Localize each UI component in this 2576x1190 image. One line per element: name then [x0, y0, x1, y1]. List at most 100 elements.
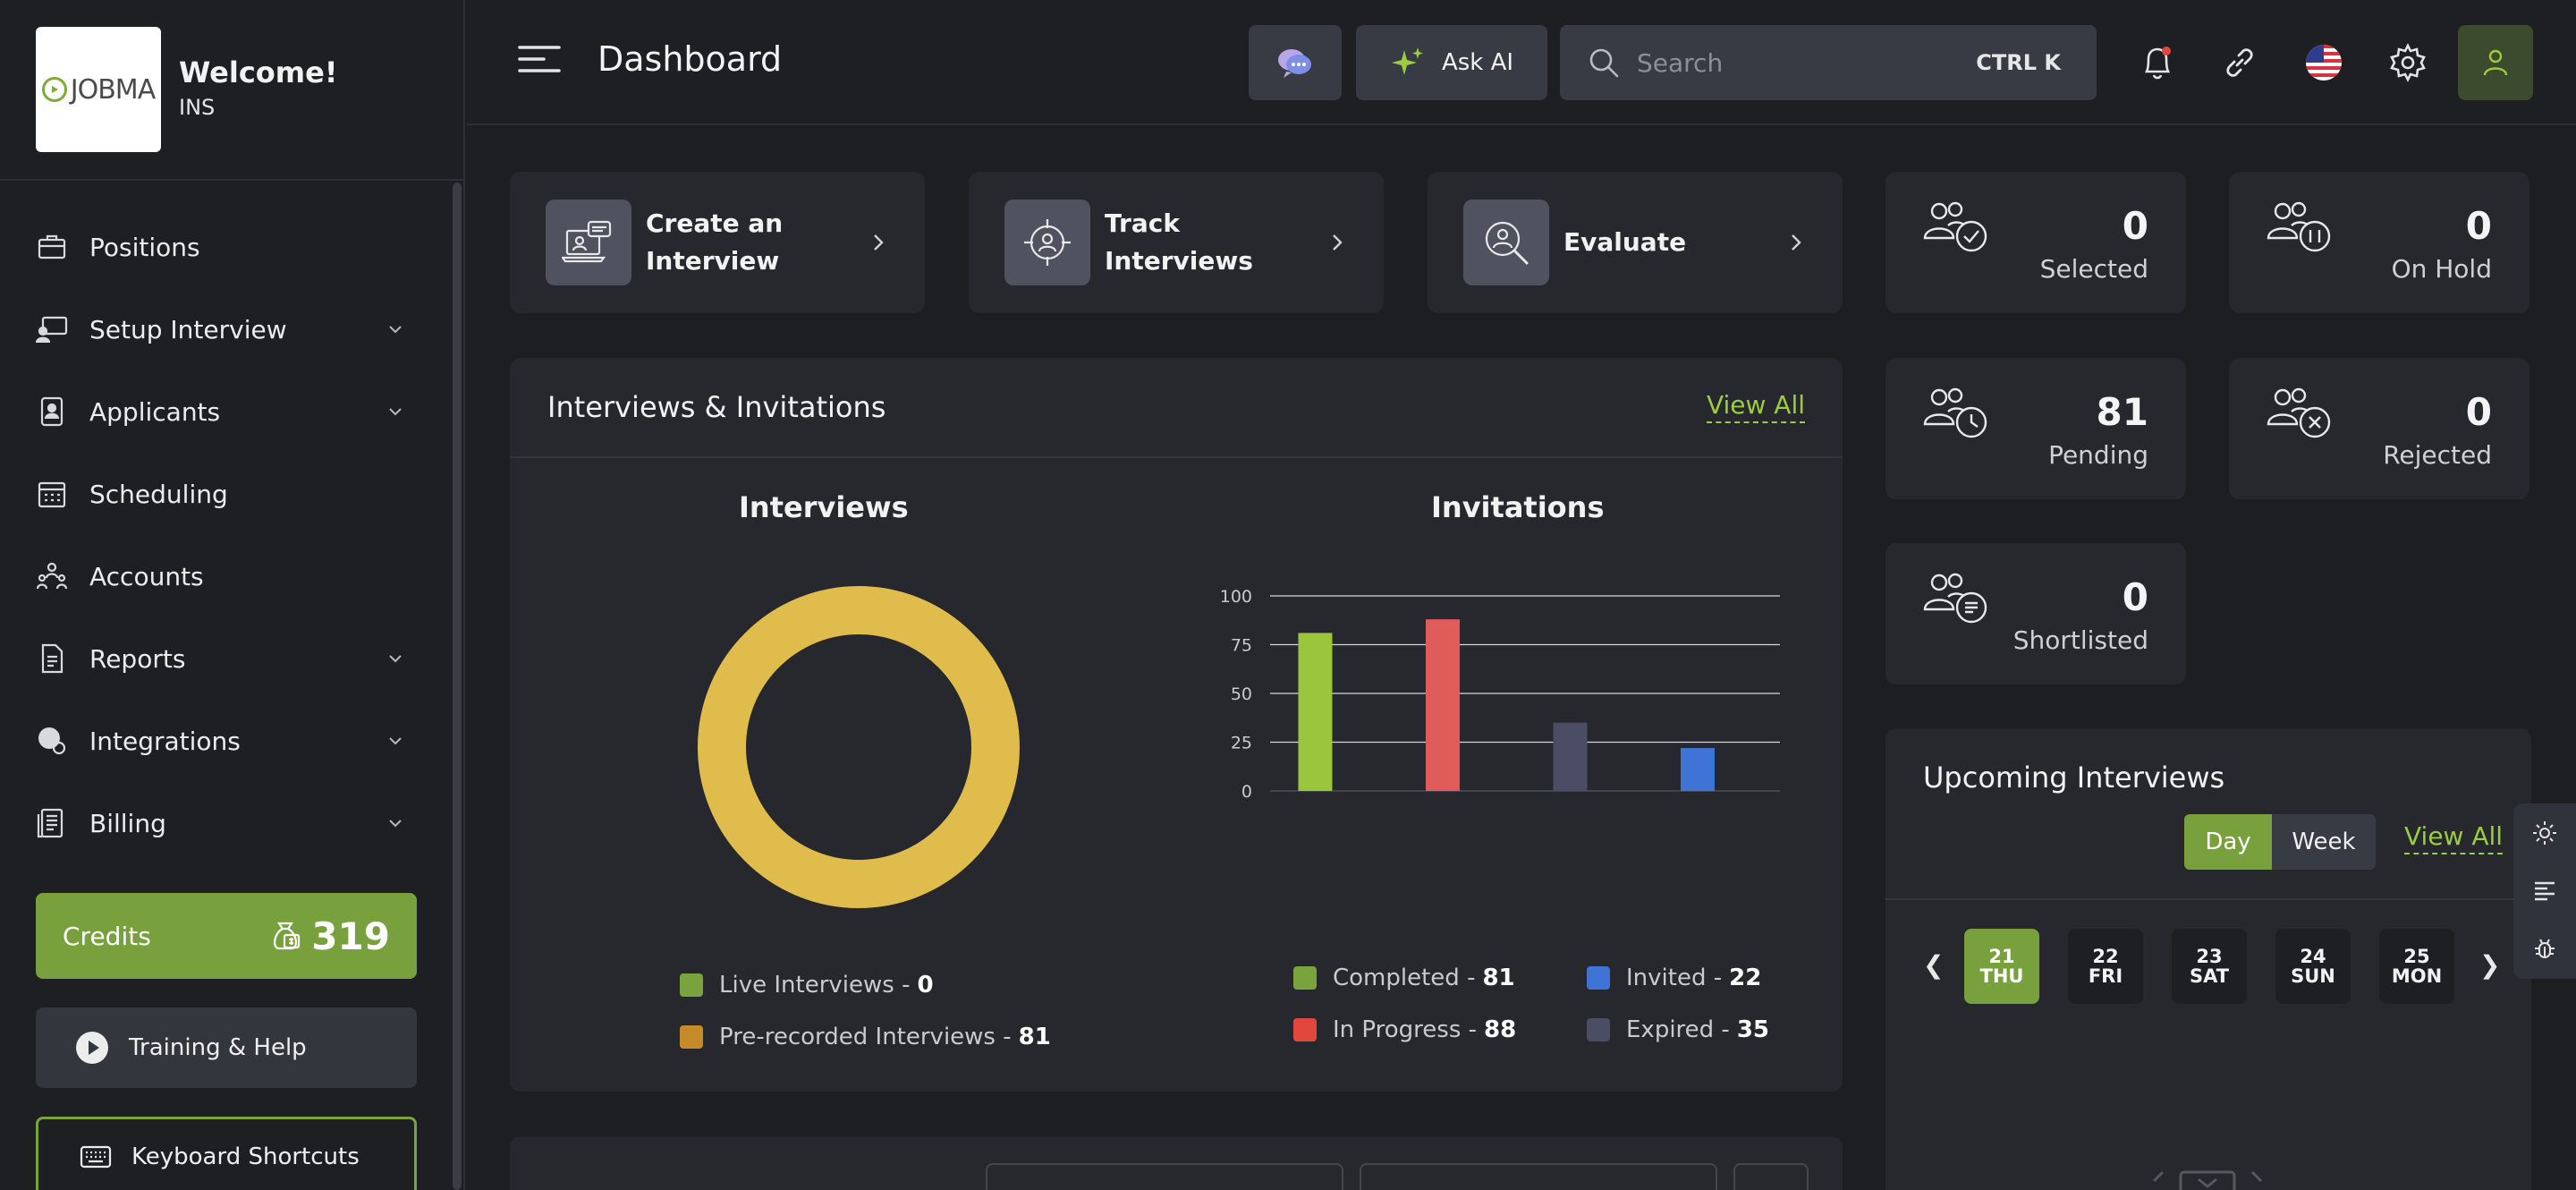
chevron-down-icon [386, 732, 404, 750]
filter-select[interactable] [986, 1163, 1343, 1190]
keyboard-shortcuts-button[interactable]: Keyboard Shortcuts [36, 1117, 417, 1190]
sidebar-item-label: Accounts [89, 561, 204, 591]
report-bug-button[interactable] [2531, 936, 2558, 963]
legend-label: Live Interviews - [719, 972, 911, 999]
stat-label: Selected [2039, 254, 2148, 284]
chat-bubble-icon [1275, 45, 1315, 81]
sparkle-icon [1390, 45, 1426, 81]
track-interviews-card[interactable]: Track Interviews [969, 172, 1384, 313]
legend-in-progress: In Progress - 88 [1293, 1016, 1516, 1043]
legend-live-interviews: Live Interviews - 0 [680, 972, 934, 999]
search-bar[interactable]: CTRL K [1560, 25, 2097, 100]
sidebar-item-positions[interactable]: Positions [0, 206, 447, 288]
view-all-link[interactable]: View All [1706, 390, 1805, 423]
sidebar-item-billing[interactable]: Billing [0, 782, 447, 864]
users-check-icon [1921, 199, 1993, 261]
sidebar-nav: Positions Setup Interview Applicants Sch… [0, 206, 447, 864]
legend-swatch [1293, 1018, 1317, 1041]
day-chip[interactable]: 23 SAT [2172, 929, 2247, 1004]
menu-toggle-icon[interactable] [517, 43, 562, 79]
day-weekday: MON [2391, 965, 2443, 987]
align-toggle-button[interactable] [2531, 878, 2558, 905]
sidebar-item-applicants[interactable]: Applicants [0, 370, 447, 453]
chevron-down-icon [386, 814, 404, 832]
legend-invited: Invited - 22 [1587, 965, 1761, 991]
sidebar-item-label: Setup Interview [89, 314, 287, 344]
sidebar-scrollbar[interactable] [453, 183, 462, 1190]
credits-card[interactable]: Credits 319 [36, 893, 417, 979]
week-tab[interactable]: Week [2272, 814, 2376, 870]
day-number: 24 [2300, 946, 2326, 967]
company-logo[interactable]: JOBMA [36, 27, 161, 152]
logo-text: JOBMA [70, 73, 156, 106]
evaluate-card[interactable]: Evaluate [1428, 172, 1843, 313]
invitations-bar-chart: 0 25 50 75 100 [1220, 587, 1780, 802]
filter-button[interactable] [1733, 1163, 1809, 1190]
day-week-toggle: Day Week [2184, 814, 2376, 870]
create-interview-card[interactable]: Create an Interview [510, 172, 925, 313]
chat-button[interactable] [1249, 25, 1342, 100]
day-chip[interactable]: 21 THU [1964, 929, 2039, 1004]
legend-value: 35 [1736, 1016, 1769, 1043]
day-chip[interactable]: 24 SUN [2275, 929, 2351, 1004]
training-help-button[interactable]: Training & Help [36, 1007, 417, 1088]
puzzle-icon [36, 725, 68, 757]
sidebar-item-scheduling[interactable]: Scheduling [0, 453, 447, 535]
sidebar-item-reports[interactable]: Reports [0, 617, 447, 700]
interviews-chart-title: Interviews [739, 490, 909, 524]
training-help-label: Training & Help [129, 1034, 307, 1061]
y-tick-label: 0 [1241, 782, 1252, 802]
stat-card-rejected[interactable]: 0 Rejected [2229, 358, 2529, 499]
language-button[interactable] [2299, 38, 2349, 88]
bar-completed[interactable] [1298, 633, 1333, 791]
ask-ai-button[interactable]: Ask AI [1356, 25, 1547, 100]
y-tick-label: 25 [1231, 734, 1252, 753]
next-day-button[interactable]: ❯ [2479, 950, 2500, 980]
organization-name: INS [179, 95, 216, 120]
stat-card-on-hold[interactable]: 0 On Hold [2229, 172, 2529, 313]
stat-value: 81 [2096, 390, 2148, 434]
bar-expired[interactable] [1553, 722, 1588, 791]
sidebar-item-label: Billing [89, 808, 166, 838]
sidebar-item-label: Positions [89, 232, 200, 262]
day-chip[interactable]: 22 FRI [2068, 929, 2143, 1004]
stat-card-pending[interactable]: 81 Pending [1885, 358, 2186, 499]
sidebar-item-setup-interview[interactable]: Setup Interview [0, 288, 447, 370]
settings-button[interactable] [2383, 38, 2433, 88]
legend-value: 88 [1484, 1016, 1517, 1043]
sidebar-item-integrations[interactable]: Integrations [0, 700, 447, 782]
align-left-icon [2535, 881, 2555, 901]
bar-in-progress[interactable] [1425, 619, 1460, 791]
search-shortcut-hint: CTRL K [1976, 50, 2061, 75]
y-tick-label: 75 [1231, 636, 1252, 656]
profile-button[interactable] [2458, 25, 2533, 100]
link-button[interactable] [2215, 38, 2265, 88]
chevron-down-icon [386, 650, 404, 667]
stat-value: 0 [2122, 575, 2148, 619]
notifications-button[interactable] [2132, 38, 2182, 88]
stat-card-selected[interactable]: 0 Selected [1885, 172, 2186, 313]
upcoming-interviews-panel: Upcoming Interviews Day Week View All ❮ … [1885, 728, 2531, 1190]
donut-slice-pre-recorded-interviews[interactable] [698, 586, 1020, 908]
filter-select[interactable] [1360, 1163, 1717, 1190]
y-tick-label: 50 [1231, 684, 1252, 704]
legend-expired: Expired - 35 [1587, 1016, 1769, 1043]
search-input[interactable] [1637, 47, 1977, 78]
stat-label: On Hold [2391, 254, 2492, 284]
sidebar-item-accounts[interactable]: Accounts [0, 535, 447, 617]
scrollbar-thumb[interactable] [453, 183, 462, 1190]
prev-day-button[interactable]: ❮ [1923, 950, 1944, 980]
stat-label: Pending [2048, 440, 2148, 470]
page-title: Dashboard [597, 39, 783, 79]
keyboard-shortcuts-label: Keyboard Shortcuts [131, 1143, 360, 1170]
view-all-link[interactable]: View All [2404, 821, 2504, 854]
stat-card-shortlisted[interactable]: 0 Shortlisted [1885, 543, 2186, 684]
day-chip[interactable]: 25 MON [2379, 929, 2454, 1004]
invitations-chart-title: Invitations [1431, 490, 1605, 524]
quick-action-label: Create an Interview [646, 208, 784, 276]
theme-toggle-button[interactable] [2531, 820, 2558, 846]
day-tab[interactable]: Day [2184, 814, 2272, 870]
stat-value: 0 [2122, 204, 2148, 248]
search-icon [1587, 46, 1621, 80]
bar-invited[interactable] [1680, 748, 1715, 791]
